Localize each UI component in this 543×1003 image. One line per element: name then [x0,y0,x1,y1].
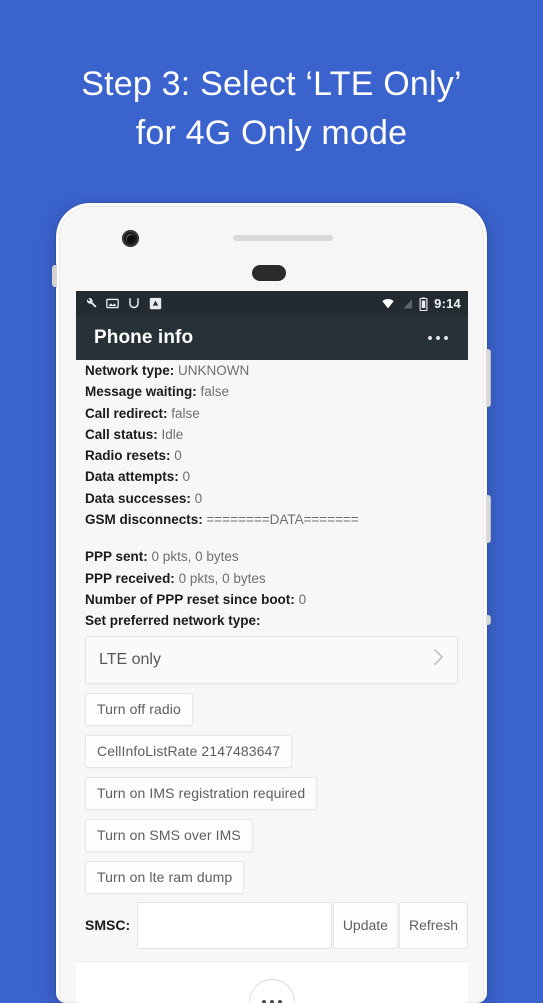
info-row-value: 0 pkts, 0 bytes [151,549,239,565]
smsc-refresh-button[interactable]: Refresh [398,901,468,949]
status-bar-left-icons [84,297,162,310]
info-row-label: Data attempts: [85,469,179,485]
info-row-value: 0 [182,469,191,485]
info-row-label: PPP sent: [85,549,148,565]
overflow-dot [428,336,432,340]
smsc-input[interactable] [137,901,332,949]
info-list-group-1: Network type: UNKNOWN Message waiting: f… [76,360,468,530]
proximity-sensor [252,265,286,281]
info-row: Data attempts: 0 [85,466,468,487]
info-row-label: Number of PPP reset since boot: [85,591,295,607]
spinner-selected-value: LTE only [99,650,161,668]
battery-icon [419,296,428,311]
overflow-menu-button[interactable] [422,330,454,346]
status-bar: 9:14 [76,291,468,316]
preferred-network-type-spinner[interactable]: LTE only [85,635,458,684]
turn-on-ims-registration-button[interactable]: Turn on IMS registration required [85,776,318,810]
more-dot [278,999,282,1003]
info-row-value: false [171,405,200,421]
turn-on-lte-ram-dump-button[interactable]: Turn on lte ram dump [85,860,245,894]
info-row: Call redirect: false [85,403,468,424]
no-signal-icon [401,297,413,310]
turn-on-sms-over-ims-button[interactable]: Turn on SMS over IMS [85,818,253,852]
more-dot [262,999,266,1003]
page-title-line-2: for 4G Only mode [135,114,408,152]
info-row-label: PPP received: [85,570,175,586]
info-row: GSM disconnects: ========DATA======= [85,509,468,530]
info-row-value: UNKNOWN [178,363,250,378]
overflow-dot [444,336,448,340]
status-bar-right-icons: 9:14 [381,296,461,311]
info-row-label: Network type: [85,363,175,378]
turn-off-radio-button[interactable]: Turn off radio [85,692,193,726]
more-section: More [76,960,468,1003]
info-row: Radio resets: 0 [85,445,468,466]
info-row: Call status: Idle [85,424,468,445]
info-row: Data successes: 0 [85,488,468,509]
power-button[interactable] [486,615,491,625]
front-camera-icon [122,230,139,247]
android-app-icon [149,297,162,310]
wifi-icon [381,297,395,310]
info-row-label: GSM disconnects: [85,512,203,528]
screenshot-icon [106,297,119,310]
usb-icon [128,297,140,310]
phone-mockup: 9:14 Phone info Network type: UNKNOWN Me… [52,203,491,1003]
info-row-value: false [200,384,230,400]
app-bar: Phone info [76,316,468,360]
chevron-right-icon [433,648,444,671]
earpiece-speaker [233,235,333,241]
more-button[interactable] [249,978,295,1003]
info-row-label: Call status: [85,426,158,442]
smsc-update-button[interactable]: Update [332,901,398,949]
status-bar-clock: 9:14 [434,296,461,311]
cell-info-list-rate-button[interactable]: CellInfoListRate 2147483647 [85,734,293,768]
more-dot [270,999,274,1003]
page-title-line-1: Step 3: Select ‘LTE Only’ [81,65,462,103]
info-row-label: Call redirect: [85,405,168,421]
info-row: PPP received: 0 pkts, 0 bytes [85,568,468,589]
page-title: Step 3: Select ‘LTE Only’ for 4G Only mo… [0,60,543,158]
info-row-value: 0 [174,448,182,464]
info-row: Network type: UNKNOWN [85,360,468,381]
info-row-value: 0 [298,591,307,607]
app-bar-title: Phone info [94,327,194,348]
info-row: Set preferred network type: [85,610,468,631]
smsc-label: SMSC: [85,917,131,934]
info-row-value: 0 [194,490,203,506]
left-side-button[interactable] [52,265,57,287]
info-row: PPP sent: 0 pkts, 0 bytes [85,546,468,567]
info-row-label: Message waiting: [85,384,197,400]
volume-down-button[interactable] [486,495,491,543]
info-row: Number of PPP reset since boot: 0 [85,589,468,610]
phone-info-content[interactable]: Network type: UNKNOWN Message waiting: f… [76,360,468,1003]
info-list-group-2: PPP sent: 0 pkts, 0 bytes PPP received: … [76,546,468,631]
volume-up-button[interactable] [486,349,491,407]
info-row: Message waiting: false [85,381,468,402]
info-row-value: Idle [161,426,184,442]
action-button-list: Turn off radio CellInfoListRate 21474836… [76,684,468,903]
info-row-label: Radio resets: [85,448,171,464]
smsc-row: SMSC: Update Refresh [76,901,468,949]
info-row-value: 0 pkts, 0 bytes [178,570,266,586]
info-row-label: Data successes: [85,490,191,506]
info-row-value: ========DATA======= [206,512,359,528]
phone-screen: 9:14 Phone info Network type: UNKNOWN Me… [76,291,468,1003]
overflow-dot [436,336,440,340]
wrench-icon [84,297,97,310]
info-row-label: Set preferred network type: [85,613,261,629]
